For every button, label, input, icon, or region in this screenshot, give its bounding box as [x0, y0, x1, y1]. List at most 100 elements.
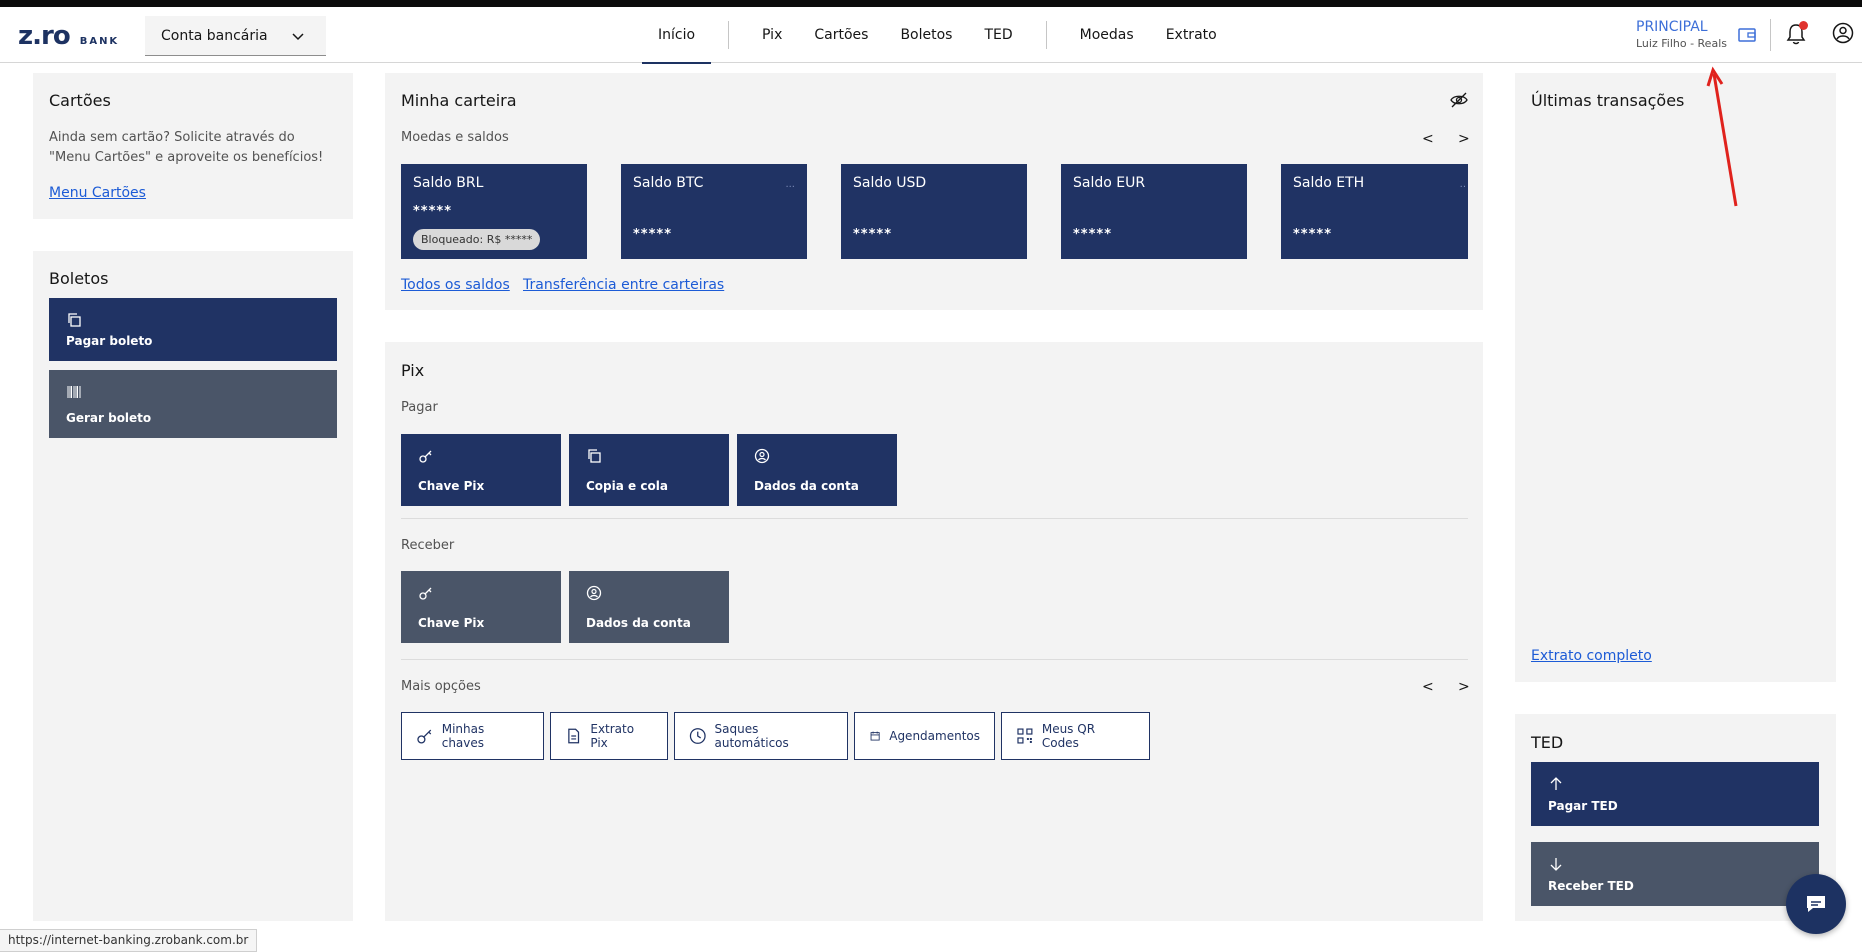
cards-description: Ainda sem cartão? Solicite através do "M…	[49, 130, 324, 165]
balance-card-brl[interactable]: Saldo BRL ***** Bloqueado: R$ *****	[401, 164, 587, 259]
pix-receive-key-button[interactable]: Chave Pix	[401, 571, 561, 643]
barcode-icon	[67, 386, 81, 398]
nav-ted[interactable]: TED	[968, 7, 1028, 63]
cards-title: Cartões	[49, 91, 111, 110]
cards-panel: Cartões Ainda sem cartão? Solicite atrav…	[33, 73, 353, 219]
wallet-icon[interactable]	[1738, 27, 1756, 43]
hide-balance-eye-icon[interactable]	[1450, 92, 1468, 108]
automatic-withdrawals-button[interactable]: Saques automáticos	[674, 712, 848, 760]
clock-icon	[689, 728, 706, 744]
account-switcher[interactable]: PRINCIPAL Luiz Filho - Reals	[1636, 19, 1727, 50]
transactions-title: Últimas transações	[1531, 91, 1685, 110]
key-icon	[417, 729, 432, 744]
pay-ted-label: Pagar TED	[1548, 799, 1618, 813]
balance-name: Saldo USD	[853, 175, 927, 191]
wallet-next-arrow[interactable]: >	[1458, 131, 1470, 147]
pix-divider	[401, 518, 1468, 519]
arrow-up-icon	[1550, 777, 1562, 790]
wallet-subtitle: Moedas e saldos	[401, 130, 509, 145]
header-divider	[1770, 19, 1771, 51]
pix-more-title: Mais opções	[401, 679, 481, 694]
user-circle-icon	[754, 448, 770, 464]
logo-bank-text: BANK	[79, 36, 120, 47]
annotation-arrow-icon	[1706, 66, 1738, 207]
wallet-prev-arrow[interactable]: <	[1422, 131, 1434, 147]
blocked-balance-badge: Bloqueado: R$ *****	[413, 229, 541, 250]
my-qr-codes-button[interactable]: Meus QR Codes	[1001, 712, 1150, 760]
pix-receive-title: Receber	[401, 538, 455, 553]
account-type-label: Conta bancária	[161, 27, 268, 44]
chevron-down-icon	[292, 33, 304, 41]
balance-value: *****	[633, 227, 672, 242]
account-name: PRINCIPAL	[1636, 19, 1708, 35]
pix-title: Pix	[401, 361, 425, 380]
nav-moedas[interactable]: Moedas	[1064, 7, 1150, 63]
document-icon	[568, 728, 580, 744]
top-header: z.ro BANK Conta bancária Início Pix Cart…	[0, 7, 1862, 64]
balance-card-eth[interactable]: Saldo ETH ·· *****	[1281, 164, 1468, 259]
pix-divider	[401, 659, 1468, 660]
nav-cartoes[interactable]: Cartões	[798, 7, 884, 63]
boletos-title: Boletos	[49, 269, 109, 288]
transactions-panel: Últimas transações Extrato completo	[1515, 73, 1836, 682]
automatic-withdrawals-label: Saques automáticos	[714, 722, 789, 750]
nav-extrato[interactable]: Extrato	[1150, 7, 1233, 63]
my-keys-label: Minhas chaves	[441, 722, 485, 750]
balance-value: *****	[853, 227, 892, 242]
wallet-transfer-link[interactable]: Transferência entre carteiras	[523, 277, 724, 293]
generate-boleto-label: Gerar boleto	[66, 411, 152, 425]
browser-top-strip	[0, 0, 1862, 7]
balance-name: Saldo BRL	[413, 175, 484, 191]
browser-status-bar: https://internet-banking.zrobank.com.br	[0, 929, 258, 952]
main-nav: Início Pix Cartões Boletos TED Moedas Ex…	[642, 7, 1233, 64]
pix-copy-paste-button[interactable]: Copia e cola	[569, 434, 729, 506]
wallet-title: Minha carteira	[401, 91, 517, 110]
boletos-panel: Boletos Pagar boleto Gerar boleto	[33, 251, 353, 921]
arrow-down-icon	[1550, 858, 1562, 871]
key-icon	[419, 587, 432, 600]
pix-pay-account-button[interactable]: Dados da conta	[737, 434, 897, 506]
balance-name: Saldo BTC	[633, 175, 704, 191]
balance-value: *****	[1293, 227, 1332, 242]
nav-pix[interactable]: Pix	[746, 7, 798, 63]
user-circle-icon	[586, 585, 602, 601]
my-qr-codes-label: Meus QR Codes	[1041, 722, 1096, 750]
notification-badge	[1799, 21, 1808, 30]
menu-cartoes-link[interactable]: Menu Cartões	[49, 185, 146, 201]
generate-boleto-button[interactable]: Gerar boleto	[49, 370, 337, 438]
pix-receive-account-button[interactable]: Dados da conta	[569, 571, 729, 643]
pay-ted-button[interactable]: Pagar TED	[1531, 762, 1819, 826]
pix-copy-paste-label: Copia e cola	[586, 479, 668, 493]
more-icon: ··	[1459, 182, 1466, 193]
chat-support-button[interactable]	[1786, 874, 1846, 934]
pix-receive-account-label: Dados da conta	[586, 616, 691, 630]
pix-receive-key-label: Chave Pix	[418, 616, 485, 630]
account-type-select[interactable]: Conta bancária	[145, 16, 326, 56]
pix-pay-key-button[interactable]: Chave Pix	[401, 434, 561, 506]
balance-name: Saldo ETH	[1293, 175, 1365, 191]
chat-icon	[1807, 896, 1825, 912]
pix-options-prev-arrow[interactable]: <	[1422, 679, 1434, 695]
all-balances-link[interactable]: Todos os saldos	[401, 277, 510, 293]
pix-pay-key-label: Chave Pix	[418, 479, 485, 493]
balance-card-btc[interactable]: Saldo BTC ··· *****	[621, 164, 807, 259]
pay-boleto-button[interactable]: Pagar boleto	[49, 298, 337, 361]
my-keys-button[interactable]: Minhas chaves	[401, 712, 544, 760]
receive-ted-button[interactable]: Receber TED	[1531, 842, 1819, 906]
pix-statement-button[interactable]: Extrato Pix	[550, 712, 668, 760]
copy-icon	[68, 313, 81, 327]
balance-card-eur[interactable]: Saldo EUR *****	[1061, 164, 1247, 259]
user-profile-icon[interactable]	[1832, 22, 1854, 44]
pix-statement-label: Extrato Pix	[590, 722, 635, 750]
nav-boletos[interactable]: Boletos	[884, 7, 968, 63]
pix-pay-title: Pagar	[401, 400, 438, 415]
pix-options-next-arrow[interactable]: >	[1458, 679, 1470, 695]
balance-value: *****	[1073, 227, 1112, 242]
qr-code-icon	[1017, 728, 1033, 744]
pix-pay-account-label: Dados da conta	[754, 479, 859, 493]
full-statement-link[interactable]: Extrato completo	[1531, 648, 1652, 664]
balance-card-usd[interactable]: Saldo USD *****	[841, 164, 1027, 259]
zro-bank-logo[interactable]: z.ro BANK	[18, 21, 119, 51]
nav-inicio[interactable]: Início	[642, 7, 712, 64]
schedules-button[interactable]: Agendamentos	[854, 712, 995, 760]
